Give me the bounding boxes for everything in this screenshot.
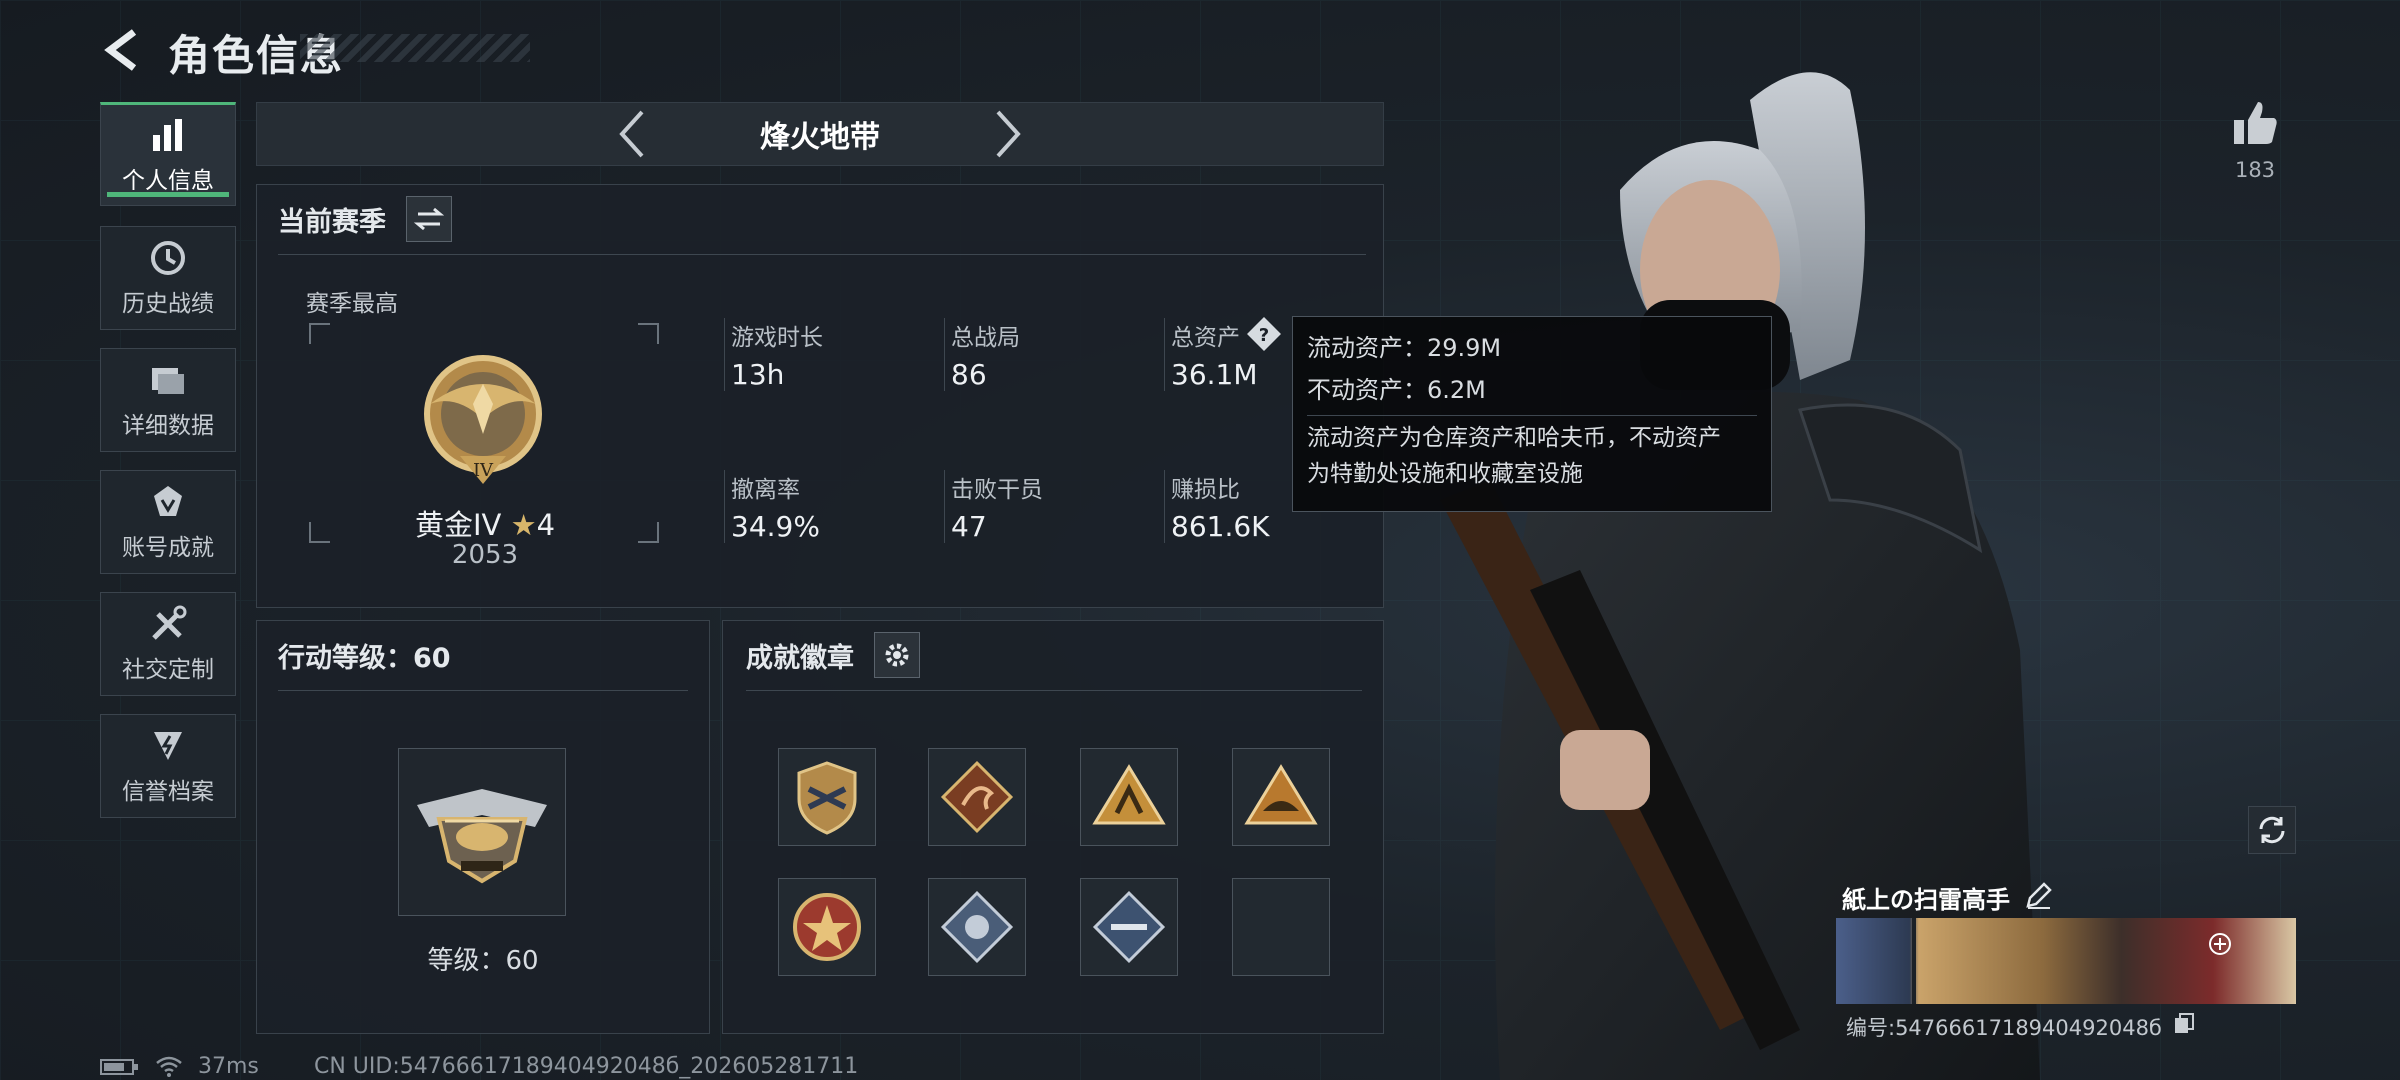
sidebar-item-label: 社交定制 <box>122 657 214 683</box>
level-emblem-box <box>398 748 566 916</box>
season-switch-button[interactable] <box>406 196 452 242</box>
sidebar-item-label: 个人信息 <box>122 168 214 194</box>
tools-icon <box>152 605 187 640</box>
rank-points: 2053 <box>451 540 519 570</box>
svg-text:?: ? <box>1259 325 1269 346</box>
stat-play-time: 游戏时长 13h <box>724 318 823 391</box>
achievement-icon <box>154 486 182 516</box>
refresh-icon <box>2259 816 2285 844</box>
sidebar-item-label: 信誉档案 <box>122 779 214 805</box>
badges-title: 成就徽章 <box>746 643 854 674</box>
battery-icon <box>100 1059 138 1075</box>
badge-slot-3[interactable] <box>1080 748 1178 846</box>
refresh-button[interactable] <box>2248 806 2296 854</box>
title-decoration <box>300 34 530 62</box>
empty-badge-slot[interactable] <box>1232 878 1330 976</box>
diamond-badge-2-icon <box>1092 890 1166 964</box>
sidebar-item-label: 账号成就 <box>122 535 214 561</box>
add-circle-icon[interactable] <box>2208 932 2232 956</box>
stat-kills: 击败干员 47 <box>944 470 1043 543</box>
help-icon[interactable]: ? <box>1246 316 1282 352</box>
badge-slot-1[interactable] <box>778 748 876 846</box>
star-shield-badge-icon <box>793 893 861 961</box>
stat-total-matches: 总战局 86 <box>944 318 1020 391</box>
badge-slot-5[interactable] <box>778 878 876 976</box>
triangle-badge-icon <box>1092 764 1166 825</box>
stat-profit-loss: 赚损比 861.6K <box>1164 470 1270 543</box>
helicopter-emblem-icon <box>417 789 547 884</box>
triangle-badge-2-icon <box>1244 764 1318 825</box>
assets-tooltip: 流动资产：29.9M 不动资产：6.2M 流动资产为仓库资产和哈夫币，不动资产 … <box>1292 316 1772 512</box>
shield-badge-icon <box>797 761 857 835</box>
badge-slot-7[interactable] <box>1080 878 1178 976</box>
level-label: 等级：60 <box>427 946 539 976</box>
copy-icon[interactable] <box>2172 1012 2196 1036</box>
player-banner[interactable] <box>1836 918 2296 1004</box>
folder-icon <box>152 368 184 394</box>
sidebar-item-achievements[interactable]: 账号成就 <box>100 470 236 574</box>
tooltip-description-line2: 为特勤处设施和收藏室设施 <box>1307 461 1583 487</box>
gold-rank-emblem-icon: IV <box>424 355 542 484</box>
next-mode-arrow-icon[interactable] <box>990 108 1026 160</box>
sidebar-item-personal-info[interactable]: 个人信息 <box>100 102 236 206</box>
rank-star-icon: ★ <box>510 508 537 542</box>
badge-slot-2[interactable] <box>928 748 1026 846</box>
rank-name-row: 黄金IV ★4 <box>380 502 590 544</box>
svg-text:IV: IV <box>473 460 494 481</box>
stat-total-assets: 总资产 36.1M <box>1164 318 1258 391</box>
stat-extract-rate: 撤离率 34.9% <box>724 470 820 543</box>
sidebar-item-detailed-data[interactable]: 详细数据 <box>100 348 236 452</box>
gear-icon <box>885 643 909 667</box>
sidebar-item-label: 详细数据 <box>122 413 214 439</box>
dragon-badge-icon <box>940 760 1014 834</box>
badges-settings-button[interactable] <box>874 632 920 678</box>
diamond-badge-icon <box>940 890 1014 964</box>
history-clock-icon <box>151 241 185 275</box>
like-count: 183 <box>2234 158 2276 182</box>
rank-name: 黄金IV <box>414 508 502 542</box>
ping-value: 37ms <box>198 1054 259 1079</box>
badge-slot-6[interactable] <box>928 878 1026 976</box>
player-id: 编号:5476661718940492048б <box>1846 1016 2162 1040</box>
wifi-icon <box>156 1056 182 1077</box>
back-arrow-icon[interactable] <box>100 26 148 74</box>
tooltip-fixed-assets: 不动资产：6.2M <box>1307 376 1486 404</box>
season-title: 当前赛季 <box>278 207 386 238</box>
status-uid: CN UID:5476661718940492048б_202605281711 <box>314 1054 859 1079</box>
sidebar-item-reputation[interactable]: 信誉档案 <box>100 714 236 818</box>
mode-title: 烽火地带 <box>760 120 880 155</box>
sidebar-item-social-custom[interactable]: 社交定制 <box>100 592 236 696</box>
season-best-label: 赛季最高 <box>306 291 398 317</box>
sidebar-item-label: 历史战绩 <box>122 291 214 317</box>
swap-icon <box>413 207 445 231</box>
reputation-icon <box>154 732 182 760</box>
action-level-title: 行动等级：60 <box>278 643 451 674</box>
rank-stars: 4 <box>536 508 556 542</box>
edit-pencil-icon[interactable] <box>2024 882 2052 910</box>
tooltip-liquid-assets: 流动资产：29.9M <box>1307 334 1502 362</box>
sidebar-item-history[interactable]: 历史战绩 <box>100 226 236 330</box>
thumbs-up-icon[interactable] <box>2230 98 2280 148</box>
bar-chart-icon <box>153 119 182 151</box>
player-name: 紙上の扫雷高手 <box>1842 886 2010 914</box>
tooltip-description-line1: 流动资产为仓库资产和哈夫币，不动资产 <box>1307 425 1721 451</box>
badge-slot-4[interactable] <box>1232 748 1330 846</box>
